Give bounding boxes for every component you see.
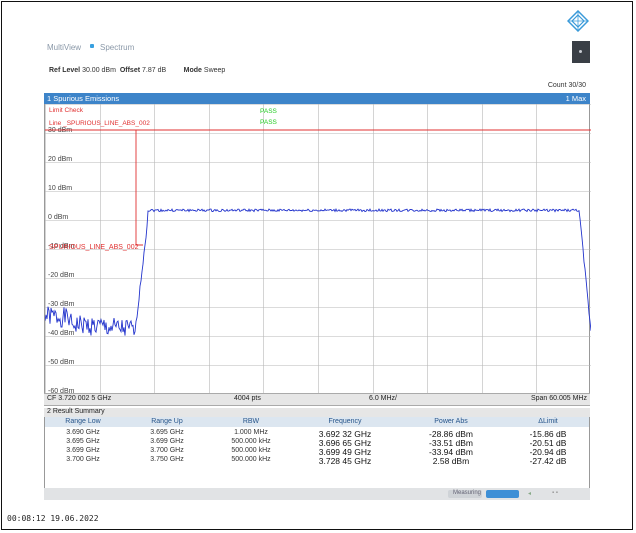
column-header: Range Low	[65, 418, 101, 425]
y-axis-ticks: 30 dBm20 dBm10 dBm0 dBm-10 dBm-20 dBm-30…	[48, 127, 75, 393]
tab-spectrum[interactable]: Spectrum	[100, 43, 134, 52]
table-cell: -27.42 dB	[529, 456, 567, 466]
rohde-schwarz-logo-icon	[567, 10, 589, 32]
ref-level-label: Ref Level	[49, 67, 81, 74]
table-cell: 3.695 GHz	[150, 429, 184, 436]
y-tick-label: 30 dBm	[48, 127, 72, 134]
result-summary-title: 2 Result Summary	[47, 408, 105, 415]
table-cell: 3.695 GHz	[66, 438, 100, 445]
offset-value[interactable]: 7.87 dB	[142, 67, 166, 74]
spectrum-trace	[45, 207, 591, 336]
y-tick-label: 20 dBm	[48, 156, 72, 163]
timestamp: 00:08:12 19.06.2022	[7, 514, 99, 523]
frequency-division: 6.0 MHz/	[369, 395, 398, 402]
table-cell: 3.728 45 GHz	[318, 456, 372, 466]
status-led-icon: ◂	[528, 491, 532, 497]
trace-label: 1 Max	[565, 94, 586, 103]
table-cell: 3.690 GHz	[66, 429, 100, 436]
table-cell: 3.700 GHz	[150, 447, 184, 454]
progress-bar	[486, 490, 519, 498]
result-summary-table: Range Low Range Up RBW Frequency Power Abs ΔL…	[44, 417, 590, 488]
menu-button[interactable]	[572, 41, 590, 63]
y-tick-label: -50 dBm	[48, 359, 75, 366]
menu-dot-icon	[579, 50, 582, 53]
y-tick-label: 10 dBm	[48, 185, 72, 192]
y-tick-label: -20 dBm	[48, 272, 75, 279]
y-tick-label: -30 dBm	[48, 301, 75, 308]
table-header-row: Range Low Range Up RBW Frequency Power Abs ΔL…	[45, 417, 589, 427]
tab-bar: MultiView Spectrum	[44, 41, 590, 63]
window-header[interactable]: 1 Spurious Emissions 1 Max	[44, 93, 590, 104]
column-header: Power Abs	[434, 418, 468, 425]
mode-value[interactable]: Sweep	[204, 67, 225, 74]
center-frequency[interactable]: CF 3.720 002 5 GHz	[47, 395, 111, 402]
bottom-status-bar: Measuring ◂ ▪ ▪	[44, 488, 590, 500]
measuring-indicator: Measuring	[448, 490, 482, 498]
spectrum-plot[interactable]: 30 dBm 20 dBm 10 dBm 0 dBm -10 dBm -20 dBm -30…	[44, 104, 591, 393]
table-cell: 3.699 GHz	[66, 447, 100, 454]
column-header: Range Up	[151, 418, 183, 425]
tab-indicator-icon	[90, 44, 94, 48]
table-cell: 500.000 kHz	[231, 447, 271, 454]
limit-line-label: Line _SPURIOUS_LINE_ABS_002	[49, 120, 150, 127]
tab-multiview[interactable]: MultiView	[47, 43, 81, 52]
instrument-info-icon: ▪ ▪	[552, 490, 558, 496]
window-title: 1 Spurious Emissions	[47, 94, 120, 103]
settings-bar: Ref Level 30.00 dBm Offset 7.87 dB Mode …	[49, 67, 225, 74]
y-tick-label: -40 dBm	[48, 330, 75, 337]
y-tick-label: 0 dBm	[48, 214, 68, 221]
span[interactable]: Span 60.005 MHz	[531, 395, 587, 402]
table-cell: 2.58 dBm	[432, 456, 470, 466]
limit-check-label: Limit Check	[49, 107, 84, 114]
spectrum-graph: 30 dBm20 dBm10 dBm0 dBm-10 dBm-20 dBm-30…	[45, 104, 591, 393]
limit-line-marker: SPURIOUS_LINE_ABS_002	[49, 244, 139, 251]
status-bar: CF 3.720 002 5 GHz 4004 pts 6.0 MHz/ Spa…	[44, 393, 590, 406]
column-header: RBW	[242, 418, 260, 425]
column-header: Frequency	[328, 418, 362, 425]
result-summary-header[interactable]: 2 Result Summary	[44, 408, 590, 417]
column-header: ΔLimit	[538, 418, 558, 425]
measuring-label: Measuring	[453, 490, 482, 496]
limit-pass-2: PASS	[260, 119, 278, 126]
table-cell: 3.699 GHz	[150, 438, 184, 445]
table-cell: 1.000 MHz	[234, 429, 268, 436]
mode-label: Mode	[183, 67, 202, 74]
table-cell: 3.700 GHz	[66, 456, 100, 463]
sweep-points[interactable]: 4004 pts	[234, 395, 261, 402]
table-cell: 500.000 kHz	[231, 438, 271, 445]
table-cell: 3.750 GHz	[150, 456, 184, 463]
sweep-count: Count 30/30	[547, 82, 586, 89]
ref-level-value[interactable]: 30.00 dBm	[82, 67, 116, 74]
offset-label: Offset	[119, 67, 141, 74]
limit-pass-1: PASS	[260, 108, 278, 115]
table-cell: 500.000 kHz	[231, 456, 271, 463]
